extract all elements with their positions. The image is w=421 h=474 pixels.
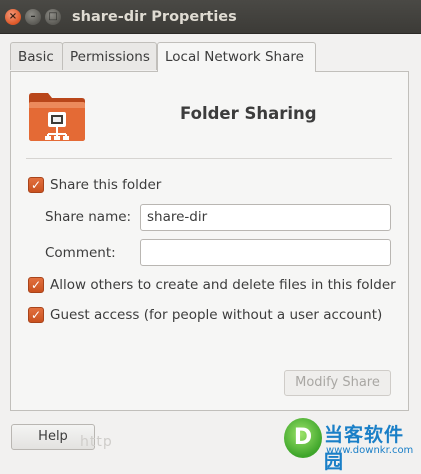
site-logo-url: www.downkr.com xyxy=(326,445,414,456)
comment-label: Comment: xyxy=(45,245,116,261)
close-button[interactable]: × xyxy=(5,9,21,25)
folder-share-icon xyxy=(29,93,85,141)
tab-permissions[interactable]: Permissions xyxy=(62,42,157,70)
share-this-folder-checkbox[interactable]: ✓ xyxy=(28,177,44,193)
minimize-button[interactable]: – xyxy=(25,9,41,25)
modify-share-button[interactable]: Modify Share xyxy=(284,370,391,396)
separator xyxy=(26,158,392,159)
site-logo-icon: D xyxy=(284,418,322,458)
site-logo: D 当客软件园 www.downkr.com xyxy=(284,418,418,473)
tab-basic[interactable]: Basic xyxy=(10,42,63,70)
maximize-button[interactable]: □ xyxy=(45,9,61,25)
share-name-label: Share name: xyxy=(45,209,132,225)
allow-others-checkbox[interactable]: ✓ xyxy=(28,277,44,293)
title-bar: × – □ share-dir Properties xyxy=(0,0,421,34)
watermark-text: http xyxy=(80,434,113,450)
allow-others-label: Allow others to create and delete files … xyxy=(50,277,396,293)
share-name-field[interactable]: share-dir xyxy=(140,204,391,231)
window-title: share-dir Properties xyxy=(72,9,237,25)
tab-local-network-share[interactable]: Local Network Share xyxy=(157,42,316,72)
guest-access-checkbox[interactable]: ✓ xyxy=(28,307,44,323)
comment-field[interactable] xyxy=(140,239,391,266)
folder-sharing-heading: Folder Sharing xyxy=(180,104,317,123)
share-this-folder-label: Share this folder xyxy=(50,177,162,193)
guest-access-label: Guest access (for people without a user … xyxy=(50,307,383,323)
